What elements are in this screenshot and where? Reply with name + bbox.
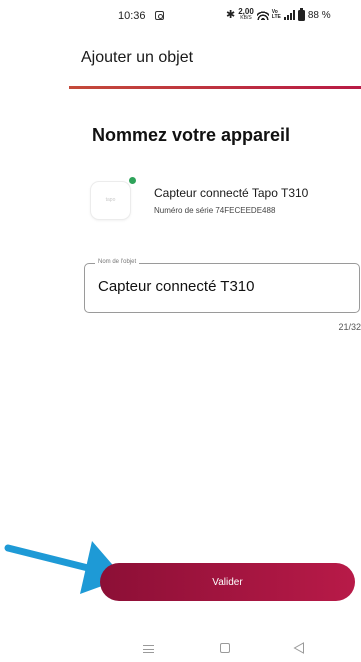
- network-speed-unit: KB/S: [240, 15, 252, 21]
- home-icon[interactable]: [220, 643, 230, 653]
- device-thumbnail-label: tapo: [105, 197, 116, 203]
- network-speed: 2,00 KB/S: [238, 8, 254, 22]
- wifi-icon: [256, 10, 269, 20]
- back-icon[interactable]: [293, 642, 305, 654]
- menu-icon[interactable]: [143, 645, 154, 653]
- status-bar: 10:36 ✱ 2,00 KB/S Vo LTE 88 %: [0, 0, 361, 34]
- device-serial-number: Numéro de série 74FECEEDE488: [154, 206, 276, 215]
- device-name-input[interactable]: [98, 278, 348, 295]
- online-status-dot: [129, 177, 136, 184]
- page-title: Ajouter un objet: [81, 49, 194, 66]
- bluetooth-icon: ✱: [226, 8, 236, 21]
- lte-bottom: LTE: [271, 14, 281, 20]
- lte-icon: Vo LTE: [272, 10, 281, 20]
- header-divider: [69, 86, 361, 89]
- battery-icon: [297, 7, 305, 21]
- battery-percent: 88 %: [307, 9, 331, 21]
- status-indicators: ✱ 2,00 KB/S Vo LTE 88 %: [226, 7, 331, 22]
- camera-icon: [155, 11, 164, 20]
- device-name-field: Nom de l'objet: [84, 259, 360, 313]
- validate-button[interactable]: Valider: [100, 563, 355, 601]
- device-thumbnail: tapo: [91, 182, 130, 219]
- character-counter: 21/32: [338, 322, 361, 332]
- status-time: 10:36: [118, 10, 146, 22]
- device-name-field-label: Nom de l'objet: [95, 259, 140, 265]
- section-heading: Nommez votre appareil: [92, 125, 291, 145]
- signal-icon: [283, 10, 295, 20]
- device-name: Capteur connecté Tapo T310: [154, 186, 309, 200]
